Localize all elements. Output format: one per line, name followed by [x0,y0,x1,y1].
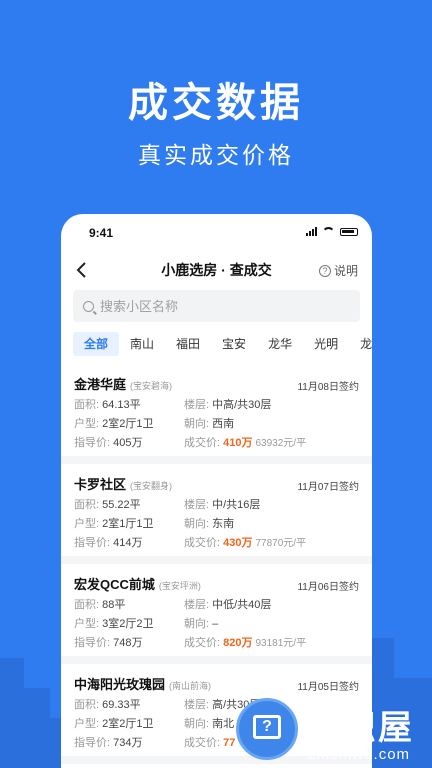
community-name: 金港华庭 [74,377,127,392]
sign-date: 11月06日签约 [297,582,359,593]
layout-label: 户型: [74,418,100,430]
layout-label: 户型: [74,718,100,730]
floor-value: 中低/共40层 [212,599,272,611]
community-district: (宝安坪洲) [158,581,201,591]
floor-label: 楼层: [184,699,210,711]
tab-baoan[interactable]: 宝安 [211,332,257,356]
phone-frame: 9:41 小鹿选房 · 查成交 ? 说明 全部 南山 福田 宝安 龙华 光明 龙 [61,214,372,768]
area-value: 88平 [102,599,126,611]
floor-label: 楼层: [184,399,210,411]
area-value: 64.13平 [102,399,141,411]
promo-title: 成交数据 [128,81,304,125]
community-name: 宏发QCC前城 [74,577,155,592]
community-name: 中海阳光玫瑰园 [74,677,166,692]
deal-price-value: 430万 [223,537,253,549]
floor-value: 中/共16层 [212,499,261,511]
tab-guangming[interactable]: 光明 [303,332,349,356]
tab-all[interactable]: 全部 [73,332,120,356]
deal-card[interactable]: 金港华庭 (宝安碧海) 11月08日签约 面积: 64.13平 楼层: 中高/共… [61,364,372,464]
guide-price-value: 734万 [113,737,143,749]
area-value: 69.33平 [102,699,141,711]
search-icon [83,300,94,312]
watermark-url: zhishiwu.com [308,746,411,763]
orientation-label: 朝向: [184,718,210,730]
battery-icon [340,227,358,236]
orientation-label: 朝向: [184,618,210,630]
layout-label: 户型: [74,518,100,530]
unit-price-value: 93181元/平 [255,638,307,649]
watermark-logo-icon: ? [236,698,298,760]
orientation-value: 南北 [212,718,235,730]
area-value: 55.22平 [102,499,141,511]
community-district: (宝安碧海) [130,381,173,391]
unit-price-value: 77870元/平 [255,538,307,549]
sign-date: 11月08日签约 [297,382,359,393]
community-name: 卡罗社区 [74,477,127,492]
deal-price-label: 成交价: [184,637,221,649]
orientation-value: 西南 [212,418,235,430]
deal-price-value: 410万 [223,437,253,449]
area-label: 面积: [74,699,100,711]
unit-price-value: 63932元/平 [255,438,307,449]
tab-nanshan[interactable]: 南山 [119,332,165,356]
deal-price-value: 77 [223,737,236,749]
help-label: 说明 [333,264,358,278]
guide-price-label: 指导价: [74,537,111,549]
area-label: 面积: [74,399,100,411]
guide-price-label: 指导价: [74,637,111,649]
area-label: 面积: [74,599,100,611]
layout-label: 户型: [74,618,100,630]
layout-value: 2室1厅1卫 [102,518,154,530]
floor-label: 楼层: [184,599,210,611]
district-tabs: 全部 南山 福田 宝安 龙华 光明 龙 [61,332,372,362]
question-circle-icon: ? [318,264,331,277]
promo-subtitle: 真实成交价格 [138,142,294,168]
guide-price-value: 748万 [113,637,143,649]
layout-value: 2室2厅1卫 [102,418,154,430]
orientation-label: 朝向: [184,418,210,430]
deal-price-value: 820万 [223,637,253,649]
floor-label: 楼层: [184,499,210,511]
tab-longgang[interactable]: 龙 [349,332,372,356]
guide-price-value: 405万 [113,437,143,449]
deal-price-label: 成交价: [184,537,221,549]
layout-value: 3室2厅2卫 [102,618,154,630]
deal-card[interactable]: 卡罗社区 (宝安翻身) 11月07日签约 面积: 55.22平 楼层: 中/共1… [61,464,372,564]
orientation-value: – [212,618,219,630]
deal-price-label: 成交价: [184,737,221,749]
guide-price-value: 414万 [113,537,143,549]
signal-icon [306,227,317,236]
sign-date: 11月05日签约 [297,682,359,693]
help-button[interactable]: ? 说明 [318,262,358,279]
floor-value: 中高/共30层 [212,399,272,411]
wifi-icon [322,227,335,236]
area-label: 面积: [74,499,100,511]
watermark-text: 知识屋 [306,709,414,747]
community-district: (南山前海) [169,681,212,691]
orientation-value: 东南 [212,518,235,530]
watermark: ? 知识屋 zhishiwu.com [236,696,432,768]
search-input[interactable] [100,298,320,314]
status-time: 9:41 [89,226,114,240]
status-icons [306,227,358,236]
orientation-label: 朝向: [184,518,210,530]
tab-longhua[interactable]: 龙华 [257,332,303,356]
community-district: (宝安翻身) [130,481,173,491]
nav-bar: 小鹿选房 · 查成交 ? 说明 [61,252,372,286]
status-bar: 9:41 [61,214,372,252]
search-box[interactable] [73,290,360,322]
deal-card[interactable]: 宏发QCC前城 (宝安坪洲) 11月06日签约 面积: 88平 楼层: 中低/共… [61,564,372,664]
tab-futian[interactable]: 福田 [165,332,211,356]
deal-price-label: 成交价: [184,437,221,449]
guide-price-label: 指导价: [74,437,111,449]
layout-value: 2室2厅1卫 [102,718,154,730]
guide-price-label: 指导价: [74,737,111,749]
sign-date: 11月07日签约 [297,482,359,493]
